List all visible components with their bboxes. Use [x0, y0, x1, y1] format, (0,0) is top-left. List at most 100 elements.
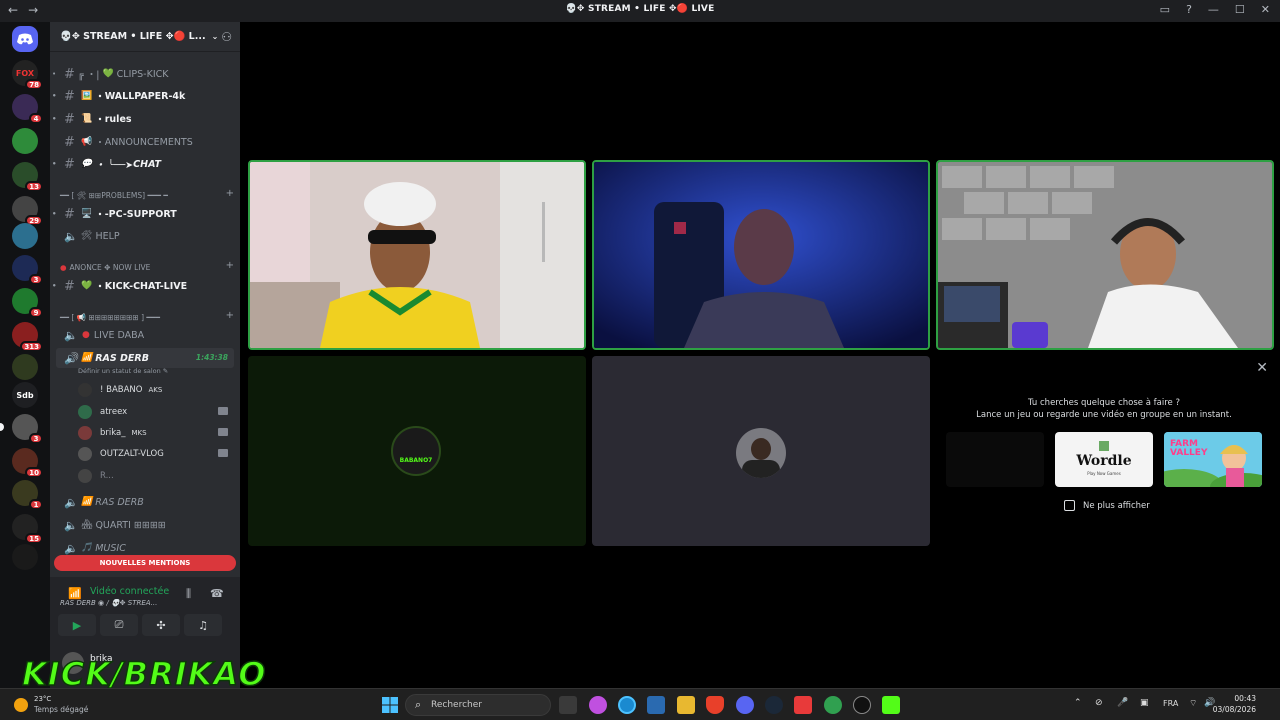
tray-app-icon[interactable]: ▣	[1140, 698, 1149, 708]
voice-channel-help[interactable]: 🔈 🛠 HELP	[56, 226, 234, 246]
add-channel-icon[interactable]: +	[226, 188, 234, 199]
copilot-icon[interactable]	[589, 696, 607, 714]
activity-card-hidden[interactable]	[946, 432, 1044, 487]
server-icon-5[interactable]: 29	[12, 196, 43, 226]
video-tile-2[interactable]	[592, 160, 930, 350]
server-icon-8[interactable]: 9	[12, 288, 43, 318]
server-icon-9[interactable]: 313	[12, 322, 43, 352]
voice-user-brika[interactable]: brika_ MKS	[78, 423, 234, 443]
server-icon-13[interactable]: 10	[12, 448, 43, 478]
server-icon-fox[interactable]: FOX 78	[12, 60, 43, 90]
hash-icon: #	[64, 111, 75, 127]
channel-kick-chat-live[interactable]: • # 💚 ・ KICK-CHAT-LIVE	[52, 276, 234, 296]
microphone-icon[interactable]: 🎤	[1117, 698, 1128, 708]
voice-channel-live-daba[interactable]: 🔈 ● LIVE DABA	[56, 325, 234, 345]
channel-clips-kick[interactable]: • # ╔ ・| 💚 CLIPS-KICK	[52, 64, 234, 84]
voice-user-outzalt[interactable]: OUTZALT-VLOG	[78, 444, 234, 464]
unread-badge: 313	[20, 341, 43, 352]
edge-icon[interactable]	[618, 696, 636, 714]
dont-show-checkbox[interactable]	[1064, 500, 1075, 511]
category-voice[interactable]: ━━ [ 📢 ⊞⊞⊞⊞⊞⊞⊞⊞ ] ━━━ +	[60, 310, 234, 324]
channel-rules[interactable]: • # 📜 ・ rules	[52, 109, 234, 129]
minimize-button[interactable]: —	[1208, 3, 1219, 16]
disconnect-icon[interactable]: ☎	[210, 587, 224, 600]
unread-dot-icon: •	[52, 160, 57, 168]
server-icon-2[interactable]: 4	[12, 94, 43, 124]
chrome-icon[interactable]	[824, 696, 842, 714]
noise-suppression-icon[interactable]: ⫼	[186, 587, 191, 601]
server-header[interactable]: 💀✥ STREAM • LIFE ✥🔴 L... ⌄ ⚇	[50, 22, 240, 52]
add-channel-icon[interactable]: +	[226, 260, 234, 271]
help-icon[interactable]: ?	[1186, 3, 1192, 16]
taskbar-clock[interactable]: 00:43 03/08/2026	[1213, 693, 1256, 715]
new-mentions-button[interactable]: NOUVELLES MENTIONS	[54, 555, 236, 571]
voice-channel-quarti[interactable]: 🔈 🏘 QUARTI ⊞⊞⊞⊞	[56, 515, 234, 535]
server-icon-10[interactable]	[12, 354, 38, 380]
activities-button[interactable]: ✣	[142, 614, 180, 636]
windows-logo-icon	[382, 697, 398, 713]
task-view-icon[interactable]	[559, 696, 577, 714]
category-annonce[interactable]: ● ANONCE ✥ NOW LIVE +	[60, 260, 234, 274]
speaker-icon: 🔈	[64, 328, 78, 342]
server-icon-4[interactable]: 13	[12, 162, 43, 192]
server-icon-sdb[interactable]: Sdb	[12, 382, 38, 408]
voice-channel-ras-derb-2[interactable]: 🔈 📶 RAS DERB	[56, 492, 234, 512]
server-icon-12[interactable]: 3	[0, 414, 43, 444]
maximize-button[interactable]: ☐	[1235, 3, 1245, 16]
camera-button[interactable]: ▶	[58, 614, 96, 636]
app-icon-red[interactable]	[794, 696, 812, 714]
set-channel-status[interactable]: Définir un statut de salon ✎	[78, 367, 168, 375]
video-tile-3[interactable]	[936, 160, 1274, 350]
discord-taskbar-icon[interactable]	[736, 696, 754, 714]
wifi-icon[interactable]: ⌔	[1189, 698, 1197, 709]
unread-dot-icon: •	[52, 210, 57, 218]
video-tile-5[interactable]	[592, 356, 930, 546]
voice-user-r[interactable]: R...	[78, 466, 234, 486]
discord-home-icon[interactable]	[12, 26, 38, 52]
windows-start-icon[interactable]	[381, 696, 399, 714]
soundboard-button[interactable]: ♫	[184, 614, 222, 636]
close-icon[interactable]: ✕	[1256, 360, 1268, 376]
category-problems[interactable]: ━━ [ 🛠 ⊞⊞PROBLEMS] ━━━ ━ +	[60, 188, 234, 202]
channel-wallpaper[interactable]: • # 🖼️ ・ WALLPAPER-4k	[52, 86, 234, 106]
server-icon-6[interactable]	[12, 223, 38, 249]
voice-user-atreex[interactable]: atreex	[78, 402, 234, 422]
server-icon-16[interactable]	[12, 544, 38, 570]
voice-location[interactable]: RAS DERB ◉ / 💀✥ STREA...	[60, 599, 194, 607]
taskbar-search[interactable]: ⌕ Rechercher	[405, 694, 551, 716]
clock-time: 00:43	[1234, 694, 1256, 703]
category-label: ━━ [ 📢 ⊞⊞⊞⊞⊞⊞⊞⊞ ] ━━━	[60, 312, 160, 322]
channel-label: QUARTI ⊞⊞⊞⊞	[95, 519, 166, 531]
store-icon[interactable]	[647, 696, 665, 714]
channel-announcements[interactable]: # 📢 ・ ANNOUNCEMENTS	[56, 132, 234, 152]
channel-prefix: ・	[95, 282, 105, 293]
activity-card-farm-valley[interactable]: FARM VALLEY	[1164, 432, 1262, 487]
steam-icon[interactable]	[765, 696, 783, 714]
server-icon-14[interactable]: 1	[12, 480, 43, 510]
close-window-button[interactable]: ✕	[1261, 3, 1270, 16]
brave-icon[interactable]	[706, 696, 724, 714]
weather-widget[interactable]: 23°C Temps dégagé	[14, 693, 104, 717]
video-tile-1[interactable]	[248, 160, 586, 350]
channel-emoji: 📶	[81, 353, 93, 363]
channel-chat[interactable]: • # 💬 ・ ╰──➤ CHAT	[52, 154, 234, 174]
voice-user-babano[interactable]: ! BABANO AKS	[78, 380, 234, 400]
server-icon-3[interactable]	[12, 128, 38, 154]
add-channel-icon[interactable]: +	[226, 310, 234, 321]
invite-people-icon[interactable]: ⚇	[221, 30, 232, 44]
inbox-icon[interactable]: ▭	[1160, 3, 1170, 16]
obs-icon[interactable]	[853, 696, 871, 714]
activity-card-wordle[interactable]: Wordle Play Now Games	[1055, 432, 1153, 487]
channel-pc-support[interactable]: • # 🖥️ ・ -PC-SUPPORT	[52, 204, 234, 224]
server-icon-15[interactable]: 15	[12, 514, 43, 544]
file-explorer-icon[interactable]	[677, 696, 695, 714]
kick-icon[interactable]	[882, 696, 900, 714]
network-off-icon[interactable]: ⊘	[1095, 698, 1103, 708]
sun-icon	[14, 698, 28, 712]
video-tile-4[interactable]: BABANO7	[248, 356, 586, 546]
screen-share-button[interactable]: ⎚	[100, 614, 138, 636]
server-icon-7[interactable]: 3	[12, 255, 43, 285]
chevron-up-icon[interactable]: ⌃	[1074, 698, 1082, 708]
language-indicator[interactable]: FRA	[1163, 699, 1178, 708]
voice-channel-ras-derb-active[interactable]: 🔊 📶 RAS DERB 1:43:38	[56, 348, 234, 368]
